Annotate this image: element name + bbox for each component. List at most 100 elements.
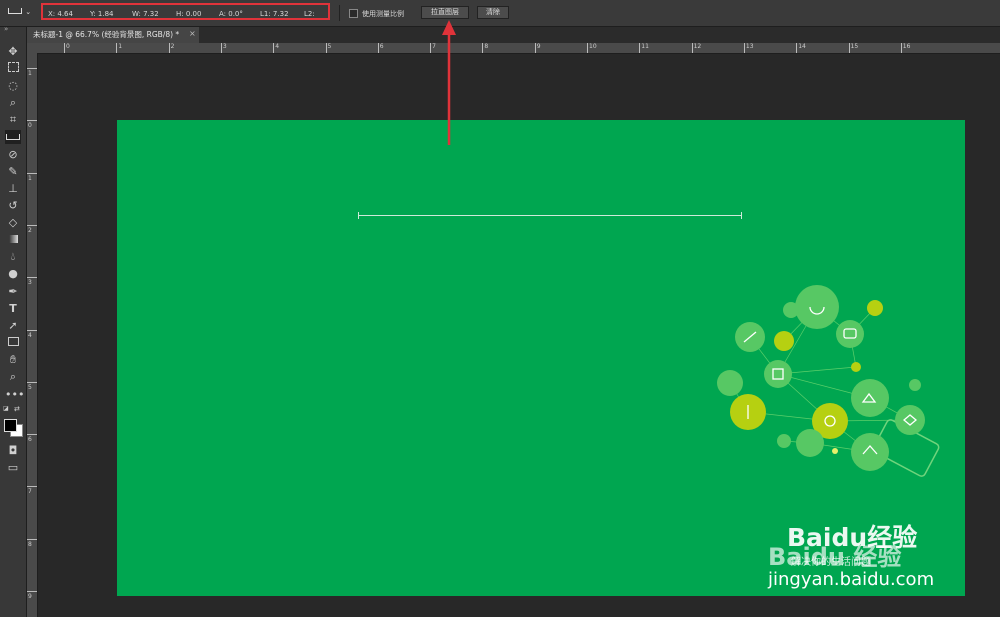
ruler-tick-label: 10 <box>589 43 597 50</box>
ruler-tick <box>325 43 327 53</box>
ruler-tick-label: 0 <box>66 43 70 50</box>
measure-end-handle[interactable] <box>741 212 742 219</box>
ruler-tick <box>27 329 37 331</box>
document-tab[interactable]: 未标题-1 @ 66.7% (经验背景图, RGB/8) * <box>27 27 199 43</box>
lasso-icon[interactable]: ◌ <box>5 79 21 93</box>
ruler-tick <box>639 43 641 53</box>
watermark-url: jingyan.baidu.com <box>768 569 935 590</box>
path-select-icon[interactable]: ➚ <box>5 319 21 333</box>
zoom-icon[interactable]: ⌕ <box>5 370 21 384</box>
ruler-tick <box>27 172 37 174</box>
move-icon[interactable]: ✥ <box>5 45 21 59</box>
ruler-tick <box>430 43 432 53</box>
rectangle-icon[interactable] <box>5 336 21 350</box>
ruler-tick-label: 12 <box>693 43 702 50</box>
ruler-tick-label: 5 <box>327 43 332 50</box>
baidu-jingyan-slogan: 解决你的生活问题 <box>791 557 871 568</box>
ruler-tick-label: 1 <box>28 70 32 77</box>
ruler-tick <box>482 43 484 53</box>
default-colors-icon[interactable]: ◪ <box>3 405 9 412</box>
annotation-arrow <box>442 20 456 145</box>
ruler-tick-label: 2 <box>28 226 32 234</box>
ruler-tick <box>691 43 693 53</box>
ruler-tick <box>796 43 798 53</box>
panel-collapse-icon[interactable]: » <box>4 25 8 33</box>
ruler-tick-label: 7 <box>28 488 32 496</box>
ruler-tick-label: 1 <box>118 43 123 50</box>
document-tabs: 未标题-1 @ 66.7% (经验背景图, RGB/8) * × <box>27 27 1000 43</box>
eraser-icon[interactable]: ◇ <box>5 216 21 230</box>
ruler-tick <box>220 43 222 53</box>
ruler-tick-label: 14 <box>798 43 806 50</box>
ruler-tick-label: 6 <box>28 436 32 444</box>
ruler-tick-label: 0 <box>28 122 32 130</box>
clear-button[interactable]: 清除 <box>477 6 509 19</box>
history-brush-icon[interactable]: ↺ <box>5 199 21 213</box>
ruler-tick <box>27 538 37 540</box>
crop-icon[interactable]: ⌗ <box>5 113 21 127</box>
tool-preset-picker[interactable]: ⌄ <box>8 6 36 20</box>
close-icon[interactable]: × <box>189 29 196 38</box>
x-readout: X: 4.64 <box>48 10 73 18</box>
screen-mode-icon[interactable]: ▭ <box>5 461 21 475</box>
ruler-icon[interactable] <box>5 130 21 144</box>
ruler-tick-label: 13 <box>745 43 754 50</box>
horizontal-ruler[interactable]: 0 1 2 3 4 5 6 7 8 9 10 11 12 13 14 15 16 <box>37 43 1000 54</box>
hand-icon[interactable]: ✋︎ <box>5 353 21 367</box>
ruler-tick-label: 3 <box>28 279 32 287</box>
swap-colors-icon[interactable]: ⇄ <box>14 405 20 413</box>
pen-icon[interactable]: ✒ <box>5 285 21 299</box>
ruler-tick <box>27 277 37 279</box>
type-icon[interactable]: T <box>5 302 21 316</box>
ruler-tick-label: 5 <box>28 383 32 391</box>
ruler-tick <box>273 43 275 53</box>
ruler-tick <box>64 43 65 53</box>
ruler-tick <box>587 43 588 53</box>
vertical-ruler[interactable]: 1 0 1 2 3 4 5 6 7 8 9 <box>27 53 38 617</box>
ruler-tick <box>27 434 37 436</box>
ruler-tick <box>377 43 379 53</box>
document-tab-title: 未标题-1 @ 66.7% (经验背景图, RGB/8) * <box>33 30 180 39</box>
y-readout: Y: 1.84 <box>90 10 114 18</box>
quick-select-icon[interactable]: ⌕ <box>5 96 21 110</box>
ruler-tick <box>27 381 37 383</box>
dodge-icon[interactable]: ● <box>5 267 21 281</box>
ruler-tick <box>27 591 37 592</box>
ruler-tick-label: 8 <box>28 540 32 548</box>
ruler-tick-label: 9 <box>28 593 32 600</box>
ruler-tick-label: 16 <box>902 43 911 50</box>
ruler-tick <box>848 43 850 53</box>
clone-stamp-icon[interactable]: ⊥ <box>5 182 21 196</box>
use-scale-checkbox[interactable] <box>349 9 358 18</box>
ruler-tick <box>900 43 902 53</box>
ruler-origin[interactable] <box>27 43 37 53</box>
quick-mask-icon[interactable]: ◘ <box>5 444 21 458</box>
blur-icon[interactable]: 💧︎ <box>5 250 21 264</box>
ruler-tick-label: 2 <box>170 43 175 50</box>
foreground-color-swatch[interactable] <box>4 419 17 432</box>
ruler-tick-label: 8 <box>484 43 489 50</box>
ruler-icon <box>8 8 22 14</box>
ruler-tick <box>168 43 170 53</box>
h-readout: H: 0.00 <box>176 10 202 18</box>
ruler-tick-label: 6 <box>379 43 384 50</box>
ruler-tick-label: 4 <box>275 43 280 50</box>
ruler-tick <box>743 43 745 53</box>
chevron-down-icon: ⌄ <box>25 8 32 16</box>
ruler-tick-label: 15 <box>850 43 859 50</box>
healing-brush-icon[interactable]: ⊘ <box>5 148 21 162</box>
use-scale-label: 使用测量比例 <box>362 10 404 18</box>
tools-panel: » ✥ ◌ ⌕ ⌗ ⊘ ✎ ⊥ ↺ ◇ 💧︎ ● ✒ T ➚ ✋︎ ⌕ ••• … <box>0 25 27 617</box>
ruler-tick-label: 9 <box>536 43 541 50</box>
lightbulb-illustration <box>717 285 940 477</box>
measure-start-handle[interactable] <box>358 212 359 219</box>
gradient-icon[interactable] <box>5 233 21 247</box>
ruler-tick <box>27 120 37 122</box>
brush-icon[interactable]: ✎ <box>5 165 21 179</box>
more-tools-icon[interactable]: ••• <box>5 388 24 402</box>
marquee-icon[interactable] <box>5 62 21 76</box>
baidu-jingyan-logo: Baidu经验 <box>787 523 918 552</box>
ruler-tick-label: 4 <box>28 331 32 339</box>
l2-readout: L2: <box>304 10 315 18</box>
measure-line[interactable] <box>358 215 741 216</box>
